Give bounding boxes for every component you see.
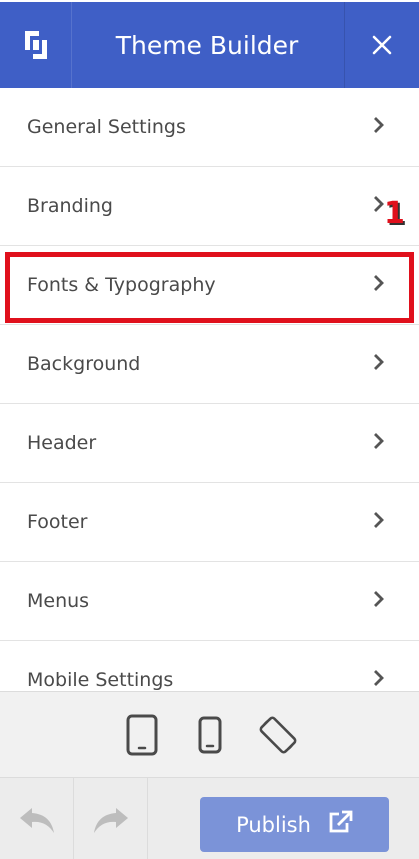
redo-icon[interactable]	[74, 777, 148, 859]
chevron-right-icon	[373, 510, 385, 535]
menu-item-branding[interactable]: Branding	[0, 167, 419, 246]
menu-item-label: Header	[27, 432, 97, 454]
chevron-right-icon	[373, 431, 385, 456]
menu-item-label: General Settings	[27, 116, 186, 138]
menu-item-footer[interactable]: Footer	[0, 483, 419, 562]
menu-item-menus[interactable]: Menus	[0, 562, 419, 641]
chevron-right-icon	[373, 273, 385, 298]
tablet-icon[interactable]	[121, 712, 163, 758]
chevron-right-icon	[373, 589, 385, 614]
chevron-right-icon	[373, 668, 385, 692]
menu-item-general-settings[interactable]: General Settings	[0, 88, 419, 167]
device-preview-bar	[0, 691, 419, 777]
external-link-icon	[327, 810, 353, 839]
menu-item-mobile-settings[interactable]: Mobile Settings	[0, 641, 419, 691]
phone-icon[interactable]	[189, 712, 231, 758]
menu-item-label: Background	[27, 353, 141, 375]
menu-item-label: Menus	[27, 590, 90, 612]
menu-item-fonts-typography[interactable]: Fonts & Typography	[0, 246, 419, 325]
menu-item-header[interactable]: Header	[0, 404, 419, 483]
undo-icon[interactable]	[0, 777, 74, 859]
app-header: Theme Builder	[0, 2, 419, 88]
chevron-right-icon	[373, 352, 385, 377]
menu-item-background[interactable]: Background	[0, 325, 419, 404]
chevron-right-icon	[373, 115, 385, 140]
rotate-icon[interactable]	[257, 712, 299, 758]
builder-logo-icon	[0, 2, 72, 88]
menu-item-label: Fonts & Typography	[27, 274, 216, 296]
publish-button[interactable]: Publish	[200, 797, 389, 852]
publish-label: Publish	[236, 812, 311, 837]
settings-menu: General Settings Branding Fonts & Typogr…	[0, 88, 419, 691]
action-bar: Publish	[0, 777, 419, 859]
step-marker: 1	[384, 196, 405, 231]
close-icon[interactable]	[344, 2, 419, 88]
menu-item-label: Footer	[27, 511, 88, 533]
menu-item-label: Branding	[27, 195, 113, 217]
menu-item-label: Mobile Settings	[27, 669, 174, 691]
page-title: Theme Builder	[115, 30, 299, 60]
